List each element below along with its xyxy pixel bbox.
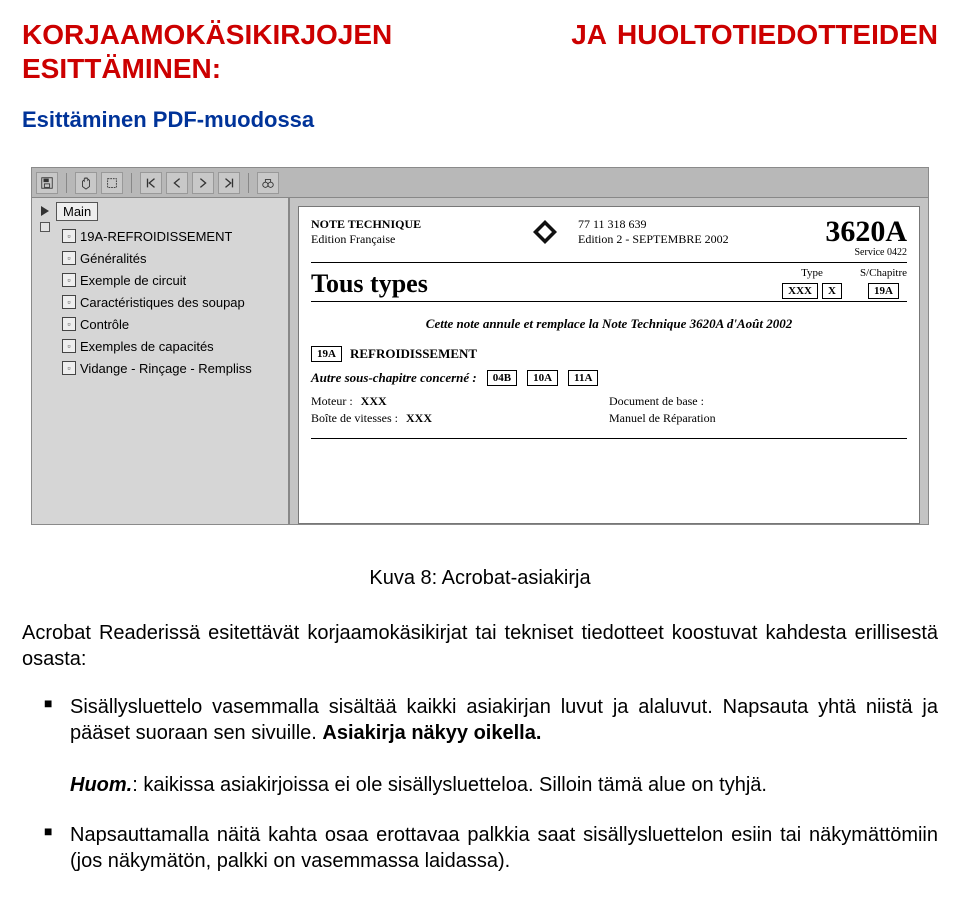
document-panel[interactable]: NOTE TECHNIQUE Edition Française 77 11 3… bbox=[290, 198, 928, 524]
bookmark-section-label: 19A-REFROIDISSEMENT bbox=[80, 229, 232, 244]
bullet-item: Sisällysluettelo vasemmalla sisältää kai… bbox=[22, 694, 938, 798]
detail-key: Document de base : bbox=[609, 394, 704, 409]
expand-box-icon[interactable] bbox=[40, 222, 50, 232]
bookmarks-panel[interactable]: Main ▫ 19A-REFROIDISSEMENT ▫ Généralités… bbox=[32, 198, 290, 524]
page-icon: ▫ bbox=[62, 251, 76, 265]
service-code: Service 0422 bbox=[787, 247, 907, 258]
select-icon[interactable] bbox=[101, 172, 123, 194]
bookmark-item-label: Vidange - Rinçage - Rempliss bbox=[80, 361, 252, 376]
ref-number: 77 11 318 639 bbox=[578, 217, 787, 232]
schapitre-value: 19A bbox=[868, 283, 899, 299]
page-subheading: Esittäminen PDF-muodossa bbox=[22, 107, 938, 133]
pdf-main-area: Main ▫ 19A-REFROIDISSEMENT ▫ Généralités… bbox=[32, 198, 928, 524]
page-icon: ▫ bbox=[62, 317, 76, 331]
pdf-page: NOTE TECHNIQUE Edition Française 77 11 3… bbox=[298, 206, 920, 524]
doc-header-row: NOTE TECHNIQUE Edition Française 77 11 3… bbox=[311, 217, 907, 263]
type-value: X bbox=[822, 283, 842, 299]
schapitre-label: S/Chapitre bbox=[860, 267, 907, 279]
doc-title-row: Tous types Type XXX X S/Chapitre 19A bbox=[311, 263, 907, 302]
bookmark-item[interactable]: ▫ Exemples de capacités bbox=[56, 335, 286, 357]
heading-word-1: KORJAAMOKÄSIKIRJOJEN bbox=[22, 18, 561, 52]
bullet-list: Sisällysluettelo vasemmalla sisältää kai… bbox=[22, 694, 938, 874]
bookmark-item[interactable]: ▫ Généralités bbox=[56, 247, 286, 269]
page-icon: ▫ bbox=[62, 229, 76, 243]
bullet-item: Napsauttamalla näitä kahta osaa erottava… bbox=[22, 822, 938, 874]
prev-page-icon[interactable] bbox=[166, 172, 188, 194]
collapse-icon[interactable] bbox=[41, 206, 49, 216]
autre-code: 04B bbox=[487, 370, 517, 386]
figure-caption: Kuva 8: Acrobat-asiakirja bbox=[22, 567, 938, 590]
bookmark-item[interactable]: ▫ Exemple de circuit bbox=[56, 269, 286, 291]
section-name: REFROIDISSEMENT bbox=[350, 346, 477, 362]
binoculars-icon[interactable] bbox=[257, 172, 279, 194]
doc-title: Tous types bbox=[311, 269, 764, 299]
note-technique-label: NOTE TECHNIQUE bbox=[311, 217, 520, 232]
next-page-icon[interactable] bbox=[192, 172, 214, 194]
edition-date: Edition 2 - SEPTEMBRE 2002 bbox=[578, 232, 787, 247]
page-icon: ▫ bbox=[62, 361, 76, 375]
section-code: 19A bbox=[311, 346, 342, 362]
note-prefix: Huom. bbox=[70, 774, 132, 796]
hand-icon[interactable] bbox=[75, 172, 97, 194]
bookmark-item-label: Exemples de capacités bbox=[80, 339, 214, 354]
save-icon[interactable] bbox=[36, 172, 58, 194]
bookmark-item[interactable]: ▫ Contrôle bbox=[56, 313, 286, 335]
type-value: XXX bbox=[782, 283, 818, 299]
autre-code: 11A bbox=[568, 370, 598, 386]
page-heading: KORJAAMOKÄSIKIRJOJEN JA HUOLTOTIEDOTTEID… bbox=[22, 18, 938, 85]
last-page-icon[interactable] bbox=[218, 172, 240, 194]
replace-note: Cette note annule et remplace la Note Te… bbox=[311, 302, 907, 346]
heading-word-3: HUOLTOTIEDOTTEIDEN bbox=[617, 18, 938, 52]
nav-gutter bbox=[34, 202, 56, 524]
bookmark-tree: Main ▫ 19A-REFROIDISSEMENT ▫ Généralités… bbox=[56, 202, 286, 524]
first-page-icon[interactable] bbox=[140, 172, 162, 194]
bookmark-item[interactable]: ▫ Vidange - Rinçage - Rempliss bbox=[56, 357, 286, 379]
details-row: Moteur : XXX Boîte de vitesses : XXX Docum… bbox=[311, 394, 907, 439]
autre-row: Autre sous-chapitre concerné : 04B 10A 1… bbox=[311, 370, 907, 386]
note-text: : kaikissa asiakirjoissa ei ole sisällys… bbox=[132, 774, 767, 796]
heading-line-2: ESITTÄMINEN: bbox=[22, 52, 938, 86]
page-icon: ▫ bbox=[62, 273, 76, 287]
bullet-text-2: Napsauttamalla näitä kahta osaa erottava… bbox=[70, 824, 938, 872]
bookmark-main[interactable]: Main bbox=[56, 202, 98, 221]
page-icon: ▫ bbox=[62, 295, 76, 309]
bookmark-item-label: Exemple de circuit bbox=[80, 273, 186, 288]
bookmark-item-label: Généralités bbox=[80, 251, 146, 266]
detail-key: Moteur : bbox=[311, 394, 353, 409]
type-label: Type bbox=[801, 267, 823, 279]
detail-val: XXX bbox=[361, 394, 387, 409]
doc-number: 3620A bbox=[787, 217, 907, 247]
bookmark-item[interactable]: ▫ Caractéristiques des soupap bbox=[56, 291, 286, 313]
brand-logo bbox=[520, 217, 570, 251]
autre-code: 10A bbox=[527, 370, 558, 386]
bullet-text-1b: Asiakirja näkyy oikella. bbox=[322, 722, 541, 744]
pdf-viewer-screenshot: Main ▫ 19A-REFROIDISSEMENT ▫ Généralités… bbox=[31, 167, 929, 525]
bookmark-section[interactable]: ▫ 19A-REFROIDISSEMENT bbox=[56, 225, 286, 247]
bookmark-item-label: Contrôle bbox=[80, 317, 129, 332]
pdf-toolbar bbox=[32, 168, 928, 198]
detail-key: Manuel de Réparation bbox=[609, 411, 716, 426]
page-icon: ▫ bbox=[62, 339, 76, 353]
heading-word-2: JA bbox=[561, 18, 617, 52]
edition-lang: Edition Française bbox=[311, 232, 520, 247]
detail-val: XXX bbox=[406, 411, 432, 426]
section-row: 19A REFROIDISSEMENT bbox=[311, 346, 907, 362]
bookmark-item-label: Caractéristiques des soupap bbox=[80, 295, 245, 310]
autre-label: Autre sous-chapitre concerné : bbox=[311, 370, 477, 386]
detail-key: Boîte de vitesses : bbox=[311, 411, 398, 426]
intro-paragraph: Acrobat Readerissä esitettävät korjaamok… bbox=[22, 620, 938, 672]
